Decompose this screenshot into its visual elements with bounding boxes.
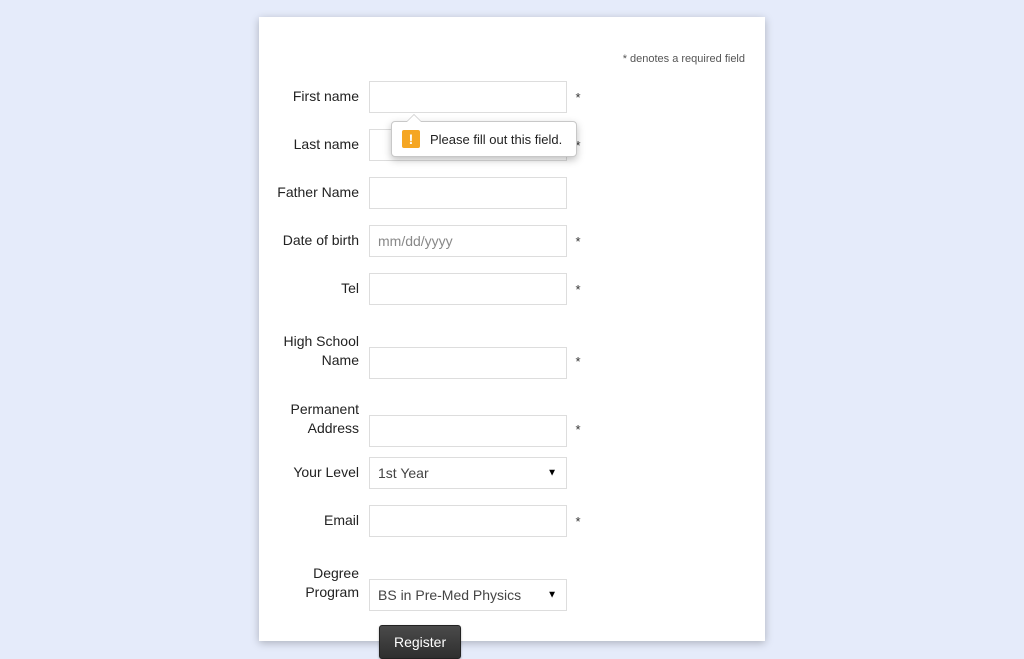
- tel-input[interactable]: [369, 273, 567, 305]
- required-star: *: [571, 514, 585, 529]
- register-button[interactable]: Register: [379, 625, 461, 659]
- warning-icon: !: [402, 130, 420, 148]
- row-address: Permanent Address *: [277, 383, 765, 447]
- label-high-school: High School Name: [277, 332, 369, 379]
- label-dob: Date of birth: [277, 231, 369, 251]
- label-last-name: Last name: [277, 135, 369, 155]
- degree-select[interactable]: BS in Pre-Med Physics: [369, 579, 567, 611]
- required-star: *: [571, 354, 585, 379]
- row-father-name: Father Name: [277, 171, 765, 215]
- label-tel: Tel: [277, 279, 369, 299]
- label-level: Your Level: [277, 463, 369, 483]
- row-email: Email *: [277, 499, 765, 543]
- label-email: Email: [277, 511, 369, 531]
- father-name-input[interactable]: [369, 177, 567, 209]
- first-name-input[interactable]: [369, 81, 567, 113]
- label-father-name: Father Name: [277, 183, 369, 203]
- label-first-name: First name: [277, 87, 369, 107]
- required-star: *: [571, 422, 585, 447]
- label-degree: Degree Program: [277, 564, 369, 611]
- row-level: Your Level 1st Year ▼: [277, 451, 765, 495]
- required-star: *: [571, 90, 585, 105]
- required-star: *: [571, 282, 585, 297]
- required-note: * denotes a required field: [623, 53, 745, 65]
- row-tel: Tel *: [277, 267, 765, 311]
- high-school-input[interactable]: [369, 347, 567, 379]
- form-card: * denotes a required field First name ! …: [259, 17, 765, 641]
- tooltip-text: Please fill out this field.: [430, 132, 562, 147]
- registration-form: First name ! Please fill out this field.…: [259, 75, 765, 659]
- address-input[interactable]: [369, 415, 567, 447]
- validation-tooltip: ! Please fill out this field.: [391, 121, 577, 157]
- row-high-school: High School Name *: [277, 315, 765, 379]
- dob-input[interactable]: [369, 225, 567, 257]
- required-star: *: [571, 234, 585, 249]
- label-address: Permanent Address: [277, 400, 369, 447]
- row-first-name: First name ! Please fill out this field.…: [277, 75, 765, 119]
- level-select[interactable]: 1st Year: [369, 457, 567, 489]
- row-dob: Date of birth *: [277, 219, 765, 263]
- email-input[interactable]: [369, 505, 567, 537]
- row-degree: Degree Program BS in Pre-Med Physics ▼: [277, 547, 765, 611]
